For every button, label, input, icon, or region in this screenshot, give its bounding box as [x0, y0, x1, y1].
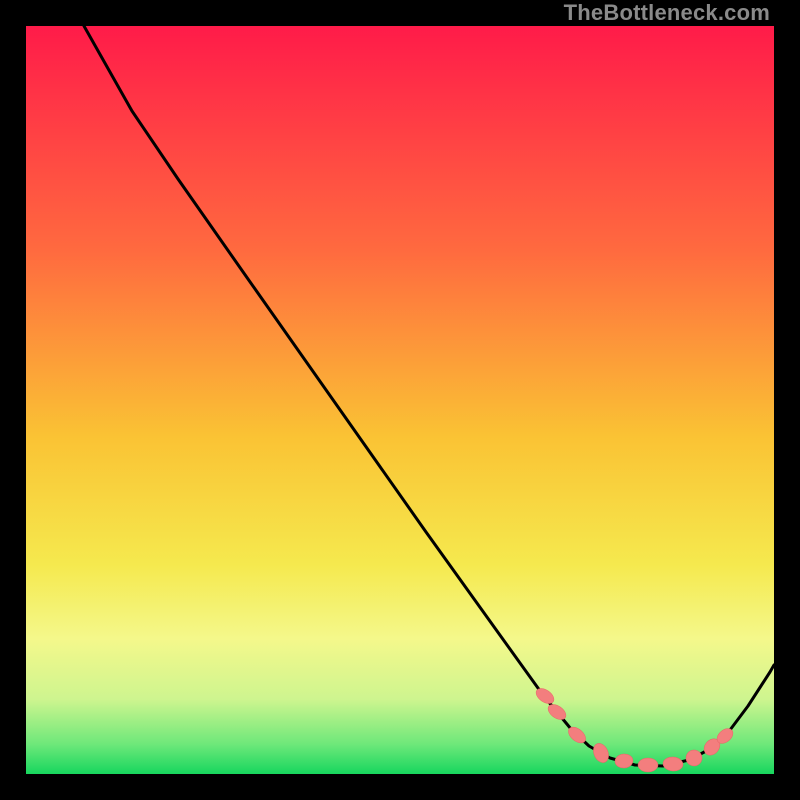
chart-frame	[26, 26, 774, 774]
chart-background	[26, 26, 774, 774]
optimum-marker	[638, 758, 658, 772]
bottleneck-chart	[26, 26, 774, 774]
watermark-text: TheBottleneck.com	[564, 0, 770, 26]
